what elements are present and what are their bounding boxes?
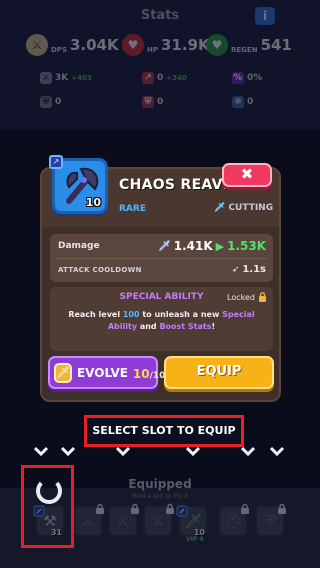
stats-divider <box>56 258 267 259</box>
equip-slot-5[interactable]: 🗡 10 <box>176 502 208 537</box>
evolve-label: EVOLVE <box>76 365 128 380</box>
shield-icon: ⛨ <box>40 96 52 108</box>
sword-icon: 🗡 <box>158 240 171 252</box>
stat-small-4: ⛨ 0 <box>40 95 61 109</box>
arrow-right-icon: ▶ <box>215 239 225 253</box>
damage-type-label: CUTTING <box>228 203 274 213</box>
snowflake-icon: ❄ <box>232 96 244 108</box>
cooldown-number: 1.1s <box>242 264 266 275</box>
chevron-down-icon <box>61 446 75 456</box>
stat-small-5-value: 0 <box>157 97 164 107</box>
chevron-down-icon <box>34 446 48 456</box>
item-detail-card: ↗ 10 CHAOS REAVER ✖ RARE 🗡 CUTTING Damag… <box>40 155 281 402</box>
desc-level: 100 <box>122 310 140 319</box>
stat-small-3-value: 0% <box>247 73 263 83</box>
close-button[interactable]: ✖ <box>222 163 272 187</box>
equip-slot-7[interactable]: ⛨ <box>255 503 286 537</box>
stat-small-1-bonus: +403 <box>71 74 92 82</box>
dps-value: 3.04K <box>69 36 119 54</box>
stat-small-2-bonus: +340 <box>166 74 187 82</box>
damage-next: 1.53K <box>227 239 266 253</box>
desc-boost: Boost Stats <box>159 322 212 331</box>
dps-stat: ⚔ DPS 3.04K <box>26 33 119 57</box>
evolve-icon: 🗡 <box>54 362 72 383</box>
stat-small-3: % 0% <box>232 71 262 85</box>
chevron-down-icon <box>116 446 130 456</box>
sword-icon: ⚔ <box>40 72 52 84</box>
chevron-down-icon <box>241 446 255 456</box>
locked-tag: Locked <box>227 292 267 302</box>
item-rarity: RARE <box>119 204 146 214</box>
lock-icon <box>259 292 266 302</box>
desc-part: to unleash a new <box>139 310 223 319</box>
damage-current: 1.41K <box>173 239 213 253</box>
arrow-up-icon: ↗ <box>142 72 154 84</box>
equip-slot-3[interactable]: ⚔ <box>108 503 139 537</box>
stat-small-1: ⚔ 3K +403 <box>40 71 92 85</box>
evolve-current: 10 <box>132 367 150 381</box>
shield-icon: ⛨ <box>264 512 276 530</box>
info-button[interactable]: i <box>255 7 275 25</box>
regen-stat: ♥ REGEN 541 <box>206 33 292 57</box>
stats-panel: Stats i ⚔ DPS 3.04K ♥ HP 31.9K ♥ REGEN 5… <box>0 0 320 130</box>
item-stats-box: Damage 🗡 1.41K ▶ 1.53K ATTACK COOLDOWN ➶… <box>50 234 273 282</box>
heart-icon: ♥ <box>122 34 144 56</box>
stat-small-2-value: 0 <box>157 73 164 83</box>
evolve-button[interactable]: 🗡 EVOLVE 10/100 <box>48 356 172 389</box>
cooldown-label: ATTACK COOLDOWN <box>58 265 142 274</box>
stat-small-6: ❄ 0 <box>232 95 253 109</box>
stat-small-2: ↗ 0 +340 <box>142 71 187 85</box>
speed-icon: ➶ <box>231 264 240 275</box>
desc-part: Reach level <box>68 310 123 319</box>
sword-icon: ⚔ <box>116 512 130 530</box>
stat-small-1-value: 3K <box>55 73 69 83</box>
pin-icon <box>176 502 188 517</box>
item-icon: ↗ 10 <box>49 155 108 214</box>
special-ability-box: SPECIAL ABILITY Locked Reach level 100 t… <box>50 287 273 351</box>
select-slot-banner: SELECT SLOT TO EQUIP <box>84 415 244 447</box>
damage-type: 🗡 CUTTING <box>214 203 273 213</box>
damage-row: Damage 🗡 1.41K ▶ 1.53K <box>58 239 266 253</box>
item-level: 10 <box>85 196 101 209</box>
hp-stat: ♥ HP 31.9K <box>122 33 210 57</box>
cooldown-value: ➶ 1.1s <box>232 264 266 275</box>
lock-icon <box>164 500 176 514</box>
stat-small-6-value: 0 <box>247 97 254 107</box>
hp-value: 31.9K <box>161 36 210 54</box>
damage-values: 🗡 1.41K ▶ 1.53K <box>158 239 266 253</box>
lock-icon <box>276 500 288 514</box>
regen-label: REGEN <box>231 46 258 54</box>
percent-icon: % <box>232 72 244 84</box>
desc-part: ! <box>211 322 216 331</box>
cutting-icon: 🗡 <box>214 203 226 213</box>
sword-icon: ⚔ <box>81 512 95 530</box>
hp-label: HP <box>147 46 158 54</box>
vip-tag: VIP 4 <box>186 536 204 543</box>
equip-button[interactable]: EQUIP <box>164 356 274 389</box>
lock-icon <box>239 500 251 514</box>
stat-small-5: ⛨ 0 <box>142 95 163 109</box>
loading-spinner-icon <box>36 478 62 504</box>
sword-icon: ⚔ <box>151 512 165 530</box>
special-ability-description: Reach level 100 to unleash a new Special… <box>60 309 263 333</box>
stat-small-4-value: 0 <box>55 97 62 107</box>
equip-slot-2[interactable]: ⚔ <box>73 503 104 537</box>
crossed-swords-icon: ⚔ <box>26 34 48 56</box>
dps-label: DPS <box>51 46 67 54</box>
shield-heart-icon: ⛨ <box>142 96 154 108</box>
regen-value: 541 <box>260 36 292 54</box>
cooldown-row: ATTACK COOLDOWN ➶ 1.1s <box>58 264 266 275</box>
equip-slot-6[interactable]: ⛑ <box>218 503 249 537</box>
locked-label: Locked <box>227 292 255 302</box>
regen-heart-icon: ♥ <box>206 34 228 56</box>
desc-part: and <box>137 322 160 331</box>
chevron-down-icon <box>270 446 284 456</box>
equip-slot-4[interactable]: ⚔ <box>143 503 174 537</box>
damage-label: Damage <box>58 241 100 251</box>
chevron-down-icon <box>186 446 200 456</box>
lock-icon <box>94 500 106 514</box>
lock-icon <box>129 500 141 514</box>
